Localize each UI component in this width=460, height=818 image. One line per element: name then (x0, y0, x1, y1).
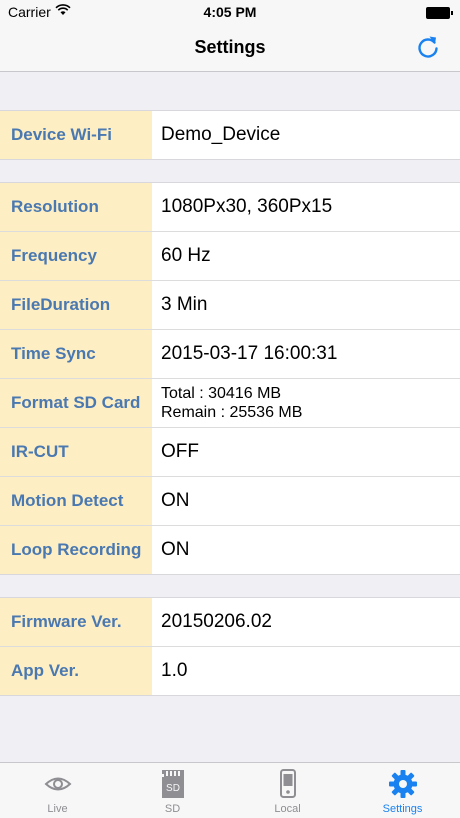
setting-label: Loop Recording (0, 526, 152, 574)
setting-label: Device Wi-Fi (0, 111, 152, 159)
setting-value: ON (161, 539, 190, 560)
setting-row-format-sd-card[interactable]: Format SD Card Total : 30416 MB Remain :… (0, 379, 460, 428)
camera-section: Resolution 1080Px30, 360Px15 Frequency 6… (0, 182, 460, 575)
tab-settings[interactable]: Settings (345, 763, 460, 818)
page-title: Settings (194, 37, 266, 57)
setting-label: Firmware Ver. (0, 598, 152, 646)
gear-icon (389, 770, 417, 798)
wifi-section: Device Wi-Fi Demo_Device (0, 110, 460, 160)
setting-row-file-duration[interactable]: FileDuration 3 Min (0, 281, 460, 330)
tab-label: Live (47, 803, 68, 815)
phone-icon (280, 769, 296, 798)
setting-row-ir-cut[interactable]: IR-CUT OFF (0, 428, 460, 477)
tab-live[interactable]: Live (0, 763, 115, 818)
tab-sd[interactable]: SD SD (115, 763, 230, 818)
setting-label: FileDuration (0, 281, 152, 329)
setting-label: App Ver. (0, 647, 152, 695)
battery-icon (426, 7, 453, 19)
setting-value: 2015-03-17 16:00:31 (161, 343, 338, 364)
tab-local[interactable]: Local (230, 763, 345, 818)
setting-row-time-sync[interactable]: Time Sync 2015-03-17 16:00:31 (0, 330, 460, 379)
svg-text:SD: SD (166, 783, 180, 794)
setting-label: Time Sync (0, 330, 152, 378)
tab-label: SD (164, 803, 181, 815)
setting-value: 1080Px30, 360Px15 (161, 196, 333, 217)
setting-row-app-version[interactable]: App Ver. 1.0 (0, 647, 460, 695)
tab-bar: Live SD SD Local Settings (0, 762, 460, 818)
setting-row-motion-detect[interactable]: Motion Detect ON (0, 477, 460, 526)
setting-value: 3 Min (161, 294, 208, 315)
setting-row-firmware-version[interactable]: Firmware Ver. 20150206.02 (0, 598, 460, 647)
sd-card-icon: SD (162, 770, 184, 798)
tab-label: Settings (382, 803, 423, 815)
settings-list: Device Wi-Fi Demo_Device Resolution 1080… (0, 72, 460, 696)
version-section: Firmware Ver. 20150206.02 App Ver. 1.0 (0, 597, 460, 696)
setting-row-frequency[interactable]: Frequency 60 Hz (0, 232, 460, 281)
setting-value: Demo_Device (161, 124, 281, 145)
eye-icon (44, 777, 72, 791)
setting-label: Format SD Card (0, 379, 152, 427)
tab-label: Local (274, 803, 301, 815)
sd-total: Total : 30416 MB (161, 385, 282, 402)
status-bar: Carrier 4:05 PM (0, 0, 460, 24)
setting-value: 60 Hz (161, 245, 211, 266)
setting-label: Motion Detect (0, 477, 152, 525)
setting-value: OFF (161, 441, 199, 462)
setting-row-device-wifi[interactable]: Device Wi-Fi Demo_Device (0, 111, 460, 159)
setting-row-resolution[interactable]: Resolution 1080Px30, 360Px15 (0, 183, 460, 232)
setting-value: ON (161, 490, 190, 511)
refresh-icon[interactable] (414, 33, 442, 61)
sd-card-capacity: Total : 30416 MB Remain : 25536 MB (161, 384, 302, 432)
nav-bar: Settings (0, 24, 460, 72)
setting-value: 20150206.02 (161, 611, 272, 632)
setting-label: IR-CUT (0, 428, 152, 476)
setting-label: Resolution (0, 183, 152, 231)
sd-remain: Remain : 25536 MB (161, 404, 303, 421)
status-time: 4:05 PM (203, 4, 257, 20)
setting-label: Frequency (0, 232, 152, 280)
setting-value: 1.0 (161, 660, 188, 681)
setting-row-loop-recording[interactable]: Loop Recording ON (0, 526, 460, 574)
